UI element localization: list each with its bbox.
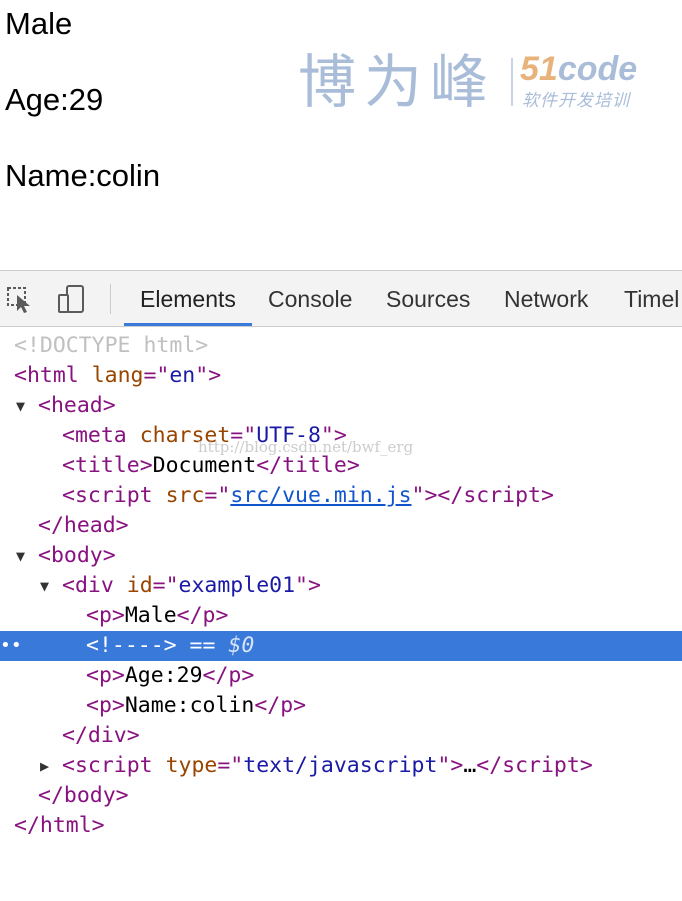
rendered-page: Male Age:29 Name:colin 博为峰 51code 软件开发培训 bbox=[0, 0, 682, 270]
watermark-text: http://blog.csdn.net/bwf_erg bbox=[198, 438, 414, 456]
tree-row-script-inline[interactable]: ▶ <script type="text/javascript">…</scri… bbox=[0, 751, 682, 781]
devtools-toolbar: Elements Console Sources Network Timel bbox=[0, 271, 682, 327]
tab-network[interactable]: Network bbox=[504, 271, 588, 326]
tree-row-comment-selected[interactable]: •• <!----> == $0 bbox=[0, 631, 682, 661]
device-toolbar-icon[interactable] bbox=[56, 283, 88, 315]
tree-row-p-male[interactable]: <p>Male</p> bbox=[0, 601, 682, 631]
tree-row-p-age[interactable]: <p>Age:29</p> bbox=[0, 661, 682, 691]
paragraph-name: Name:colin bbox=[5, 158, 161, 193]
tree-row-html[interactable]: <html lang="en"> bbox=[0, 361, 682, 391]
tree-row-body-close[interactable]: </body> bbox=[0, 781, 682, 811]
tree-row-doctype[interactable]: <!DOCTYPE html> bbox=[0, 331, 682, 361]
logo-code-text: 51code bbox=[520, 50, 638, 88]
doctype-text: <!DOCTYPE html> bbox=[14, 333, 209, 358]
tree-row-html-close[interactable]: </html> bbox=[0, 811, 682, 841]
brand-logo: 博为峰 51code 软件开发培训 bbox=[298, 46, 648, 118]
collapse-triangle-icon[interactable]: ▼ bbox=[16, 541, 25, 571]
tree-row-div-close[interactable]: </div> bbox=[0, 721, 682, 751]
expand-triangle-icon[interactable]: ▶ bbox=[40, 751, 49, 781]
tab-elements[interactable]: Elements bbox=[140, 271, 236, 326]
collapse-triangle-icon[interactable]: ▼ bbox=[40, 571, 49, 601]
paragraph-age: Age:29 bbox=[5, 82, 104, 117]
active-tab-indicator bbox=[124, 323, 252, 326]
tree-row-p-name[interactable]: <p>Name:colin</p> bbox=[0, 691, 682, 721]
logo-divider bbox=[511, 58, 513, 106]
tab-console[interactable]: Console bbox=[268, 271, 352, 326]
tree-row-div[interactable]: ▼ <div id="example01"> bbox=[0, 571, 682, 601]
elements-tree: <!DOCTYPE html> <html lang="en"> ▼ <head… bbox=[0, 327, 682, 879]
logo-tagline: 软件开发培训 bbox=[522, 91, 630, 111]
tree-row-script-src[interactable]: <script src="src/vue.min.js"></script> bbox=[0, 481, 682, 511]
tab-timeline[interactable]: Timel bbox=[624, 271, 679, 326]
script-src-link[interactable]: src/vue.min.js bbox=[230, 483, 411, 508]
tab-sources[interactable]: Sources bbox=[386, 271, 470, 326]
selection-dots-icon: •• bbox=[0, 635, 22, 656]
inspect-element-icon[interactable] bbox=[4, 283, 36, 315]
collapse-triangle-icon[interactable]: ▼ bbox=[16, 391, 25, 421]
logo-chinese-text: 博为峰 bbox=[298, 48, 497, 116]
paragraph-gender: Male bbox=[5, 6, 73, 41]
tree-row-body[interactable]: ▼ <body> bbox=[0, 541, 682, 571]
toolbar-separator bbox=[110, 284, 111, 314]
devtools-panel: Elements Console Sources Network Timel <… bbox=[0, 270, 682, 879]
tree-row-head[interactable]: ▼ <head> bbox=[0, 391, 682, 421]
tree-row-head-close[interactable]: </head> bbox=[0, 511, 682, 541]
